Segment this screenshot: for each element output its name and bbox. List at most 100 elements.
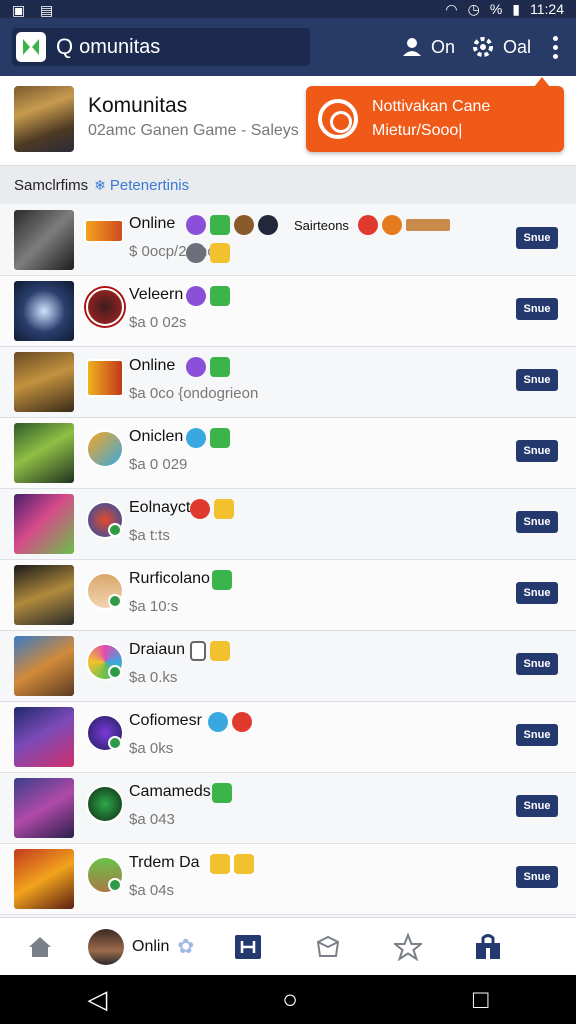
item-meta: $a 0 029 (129, 456, 188, 473)
join-button[interactable]: Snue (516, 511, 558, 533)
list-item[interactable]: Online Sairteons $ 0ocp/2 0nc - Snue (0, 205, 576, 276)
status-icon (186, 215, 206, 235)
community-header: Komunitas 02amc Ganen Game - Saleys Nott… (0, 76, 576, 166)
home-circle-icon[interactable]: ○ (282, 984, 298, 1015)
list-item[interactable]: Oniclen $a 0 029 Snue (0, 418, 576, 489)
game-thumbnail (14, 849, 74, 909)
join-button[interactable]: Snue (516, 582, 558, 604)
list-item[interactable]: Online $a 0co {ondogrieon Snue (0, 347, 576, 418)
item-name: Oniclen (129, 428, 184, 445)
friends-button[interactable]: On (401, 36, 455, 58)
game-thumbnail (14, 210, 74, 270)
join-button[interactable]: Snue (516, 866, 558, 888)
verified-icon (212, 570, 232, 590)
star-icon (394, 932, 422, 961)
game-thumbnail (14, 636, 74, 696)
app-bar: Q omunitas On Oal (0, 18, 576, 76)
back-icon[interactable]: ◁ (87, 984, 107, 1015)
status-bar: ▣ ▤ ◠ ◷ % ▮ 11:24 (0, 0, 576, 18)
item-name: Veleern (129, 286, 184, 303)
notification-icon: ▣ (12, 2, 26, 18)
system-nav-bar: ◁ ○ □ (0, 975, 576, 1024)
section-link[interactable]: Petenertinis (110, 177, 189, 194)
star-badge-icon (232, 712, 252, 732)
verified-icon (212, 783, 232, 803)
search-bar[interactable]: Q omunitas (12, 28, 310, 66)
item-meta: $a 0co {ondogrieon (129, 385, 259, 402)
document-icon (190, 641, 206, 661)
game-thumbnail (14, 352, 74, 412)
game-thumbnail (14, 423, 74, 483)
search-query[interactable]: omunitas (79, 36, 160, 59)
character-icon (382, 215, 402, 235)
globe-icon (186, 428, 206, 448)
smile-icon (210, 641, 230, 661)
community-list: Online Sairteons $ 0ocp/2 0nc - Snue Vel… (0, 205, 576, 915)
item-name: Rurficolano (129, 570, 210, 587)
list-item[interactable]: Cofiomesr $a 0ks Snue (0, 702, 576, 773)
clock: 11:24 (530, 1, 564, 17)
people-icon: ✿ (177, 936, 195, 958)
join-button[interactable]: Snue (516, 440, 558, 462)
recents-icon[interactable]: □ (473, 984, 489, 1015)
verified-icon (210, 428, 230, 448)
smile-icon (234, 854, 254, 874)
item-extra-label: Sairteons (294, 218, 349, 233)
nav-favorites[interactable] (368, 932, 448, 961)
smile-icon (210, 854, 230, 874)
item-meta: $a 0 02s (129, 314, 187, 331)
item-name: Cofiomesr (129, 712, 202, 729)
nav-home[interactable] (0, 935, 80, 959)
avatar (86, 785, 124, 823)
avatar (86, 359, 124, 397)
join-button[interactable]: Snue (516, 227, 558, 249)
item-meta: $a 0.ks (129, 669, 178, 686)
item-name: Online (129, 215, 176, 232)
nav-store[interactable] (288, 934, 368, 960)
join-button[interactable]: Snue (516, 653, 558, 675)
file-icon: ▤ (40, 2, 54, 18)
nav-shop[interactable] (448, 933, 528, 961)
notification-line-1: Nottivakan Cane (372, 98, 491, 115)
check-icon (208, 712, 228, 732)
page-title: Komunitas (88, 94, 188, 117)
page-subtitle: 02amc Ganen Game - Saleys (88, 122, 299, 139)
notification-popup[interactable]: Nottivakan Cane Mietur/Sooo| (306, 77, 564, 152)
nav-tournament[interactable] (208, 934, 288, 960)
spinner-icon (186, 243, 206, 263)
alarm-icon: ◷ (467, 0, 480, 17)
join-button[interactable]: Snue (516, 724, 558, 746)
verified-icon (210, 215, 230, 235)
join-button[interactable]: Snue (516, 298, 558, 320)
item-meta: $a 043 (129, 811, 175, 828)
gear-small-icon: ❄ (94, 176, 106, 193)
avatar (86, 430, 124, 468)
alert-icon (190, 499, 210, 519)
verified-icon (210, 286, 230, 306)
overflow-menu-icon[interactable] (547, 35, 564, 59)
nav-online[interactable]: Onlin ✿ (80, 928, 208, 965)
join-button[interactable]: Snue (516, 795, 558, 817)
game-cover-image[interactable] (14, 86, 74, 152)
game-thumbnail (14, 281, 74, 341)
online-badge (108, 523, 122, 537)
avatar (88, 928, 124, 965)
verified-icon (210, 357, 230, 377)
list-item[interactable]: Camameds $a 043 Snue (0, 773, 576, 844)
list-item[interactable]: Veleern $a 0 02s Snue (0, 276, 576, 347)
online-badge (108, 594, 122, 608)
item-name: Online (129, 357, 176, 374)
character-icon (234, 215, 254, 235)
settings-button[interactable]: Oal (471, 35, 531, 59)
app-logo-icon[interactable] (16, 32, 46, 62)
game-thumbnail (14, 778, 74, 838)
character-icon (258, 215, 278, 235)
list-item[interactable]: Rurficolano $a 10:s Snue (0, 560, 576, 631)
list-item[interactable]: Trdem Da $a 04s Snue (0, 844, 576, 915)
list-item[interactable]: Eolnayct $a t:ts Snue (0, 489, 576, 560)
battery-icon: ▮ (512, 0, 520, 17)
join-button[interactable]: Snue (516, 369, 558, 391)
nav-online-label: Onlin (132, 937, 170, 955)
online-badge (108, 736, 122, 750)
list-item[interactable]: Draiaun $a 0.ks Snue (0, 631, 576, 702)
